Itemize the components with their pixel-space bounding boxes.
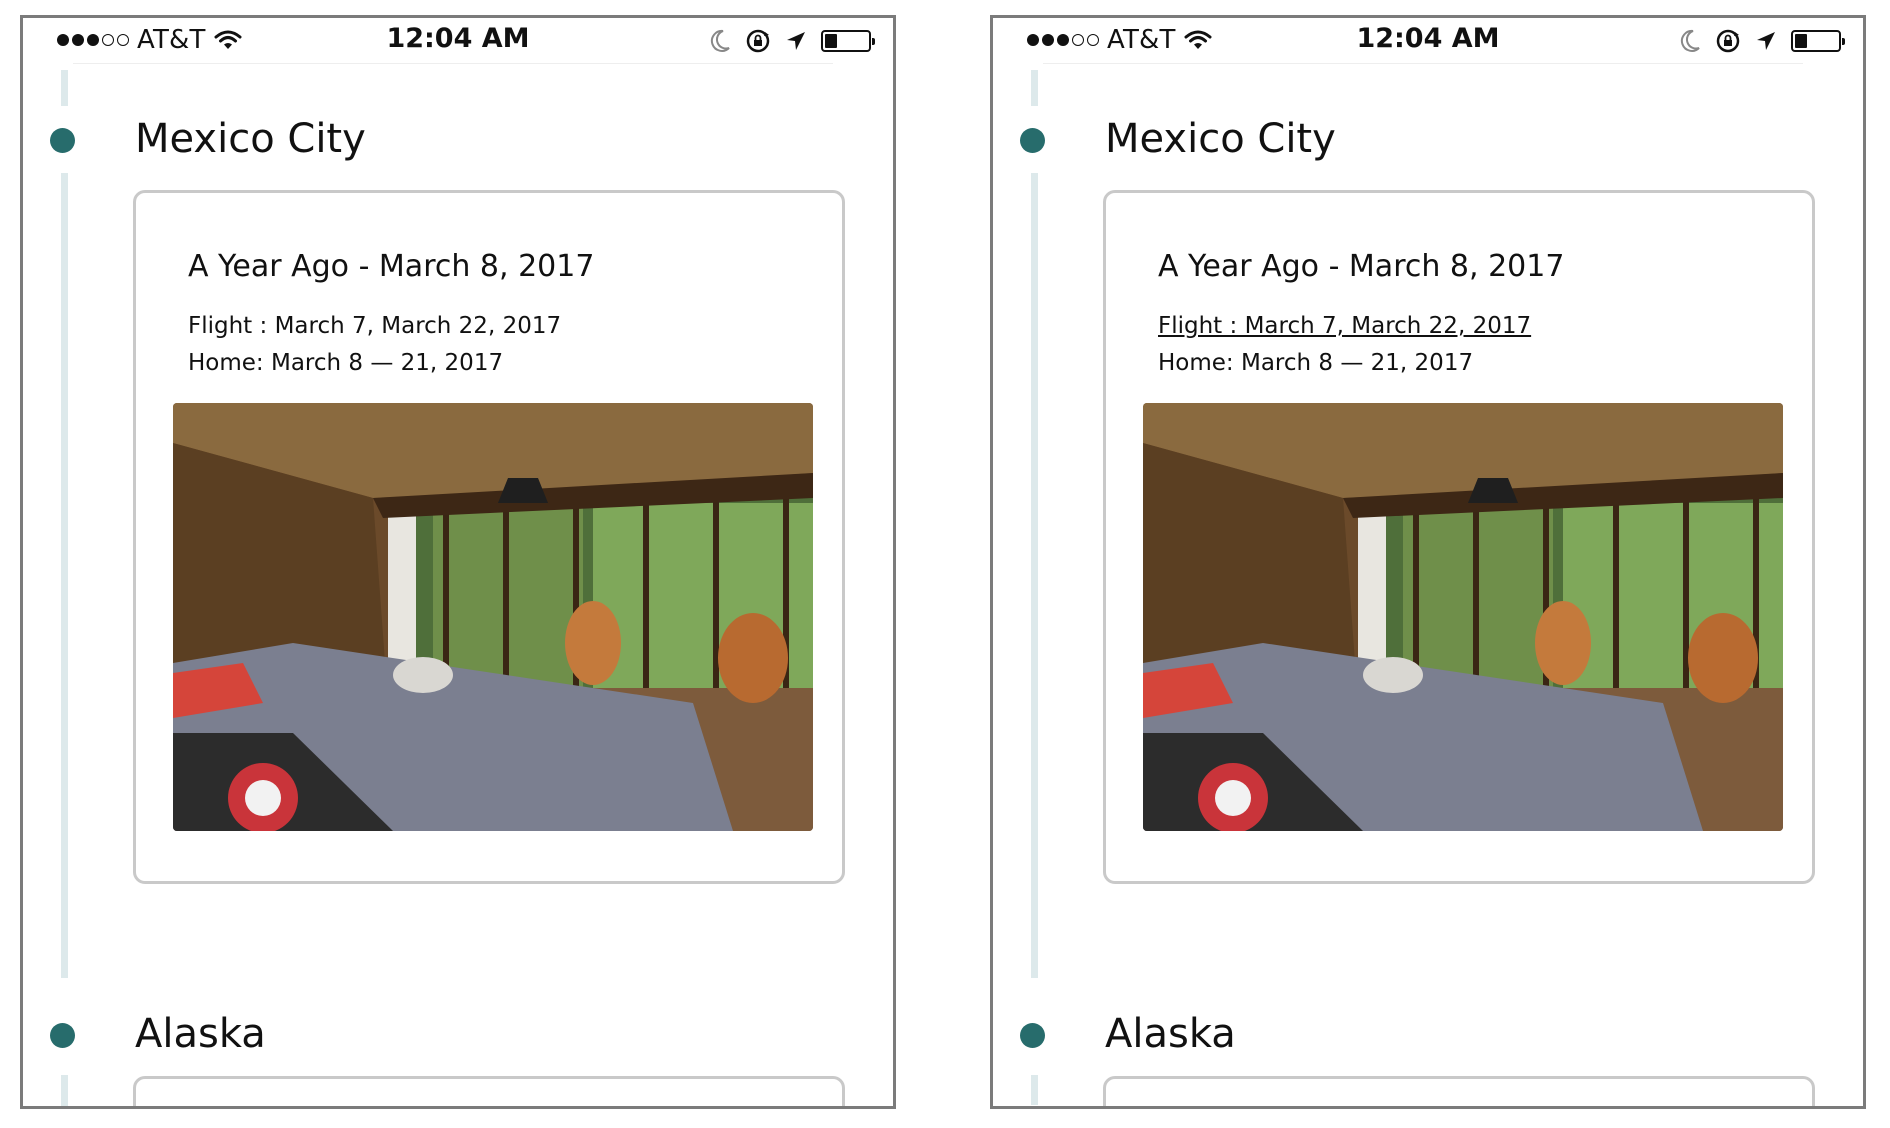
orientation-lock-icon	[746, 29, 770, 53]
trip-photo	[173, 403, 813, 831]
city-heading: Alaska	[135, 1011, 266, 1057]
moon-icon	[710, 29, 730, 52]
status-bar: AT&T 12:04 AM	[23, 18, 893, 66]
card-title: A Year Ago - March 8, 2017	[188, 249, 595, 284]
timeline-line	[61, 1075, 68, 1106]
timeline-dot	[50, 128, 75, 153]
battery-icon	[1791, 30, 1845, 52]
timeline-line	[1031, 173, 1038, 978]
trip-photo	[1143, 403, 1783, 831]
timeline-line	[1031, 1075, 1038, 1105]
flight-dates: Flight : March 7, March 22, 2017	[188, 313, 562, 339]
orientation-lock-icon	[1716, 29, 1740, 53]
timeline-dot	[1020, 128, 1045, 153]
phone-screen-left: AT&T 12:04 AM Mexico City A Year Ago - M…	[20, 15, 896, 1109]
flight-dates-link[interactable]: Flight : March 7, March 22, 2017	[1158, 313, 1531, 339]
timeline-line	[61, 173, 68, 978]
status-bar: AT&T 12:04 AM	[993, 18, 1863, 66]
trip-card[interactable]: A Year Ago - March 8, 2017 Flight : Marc…	[133, 190, 845, 884]
city-heading: Mexico City	[1105, 116, 1336, 162]
trip-card[interactable]: A Year Ago - March 8, 2017 Flight : Marc…	[1103, 190, 1815, 884]
status-bar-divider	[73, 63, 833, 64]
location-arrow-icon	[787, 32, 805, 50]
city-heading: Alaska	[1105, 1011, 1236, 1057]
trip-card[interactable]	[1103, 1076, 1815, 1106]
status-bar-divider	[1043, 63, 1803, 64]
card-title: A Year Ago - March 8, 2017	[1158, 249, 1565, 284]
timeline-dot	[50, 1023, 75, 1048]
phone-screen-right: AT&T 12:04 AM Mexico City A Year Ago - M…	[990, 15, 1866, 1109]
timeline-dot	[1020, 1023, 1045, 1048]
home-dates: Home: March 8 — 21, 2017	[1158, 350, 1474, 376]
location-arrow-icon	[1757, 32, 1775, 50]
moon-icon	[1680, 29, 1700, 52]
home-dates: Home: March 8 — 21, 2017	[188, 350, 504, 376]
battery-icon	[821, 30, 875, 52]
timeline-line	[61, 70, 68, 106]
timeline-line	[1031, 70, 1038, 106]
city-heading: Mexico City	[135, 116, 366, 162]
trip-card[interactable]	[133, 1076, 845, 1106]
